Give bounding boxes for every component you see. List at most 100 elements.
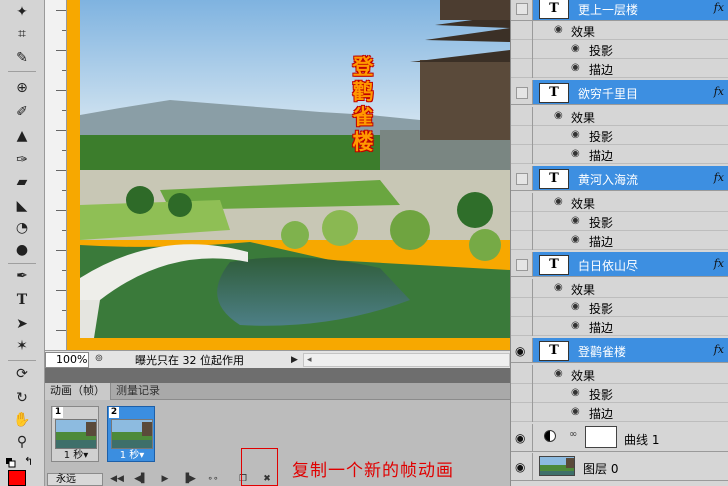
layer-visibility-toggle[interactable]: ◉: [511, 338, 533, 362]
tab-animation-frames[interactable]: 动画（帧）: [45, 383, 111, 400]
pen-icon[interactable]: ✒: [10, 266, 34, 286]
effect-eye-icon[interactable]: ◉: [554, 24, 563, 35]
effect-eye-icon[interactable]: ◉: [554, 110, 563, 121]
effect-eye-icon[interactable]: ◉: [571, 301, 580, 312]
eye-icon[interactable]: ◉: [515, 460, 525, 474]
layer-row-text[interactable]: T 欲穷千里目 fx: [511, 80, 728, 105]
history-brush-icon[interactable]: ✑: [10, 150, 34, 170]
type-layer-thumbnail: T: [539, 83, 569, 103]
layer-row-text-active[interactable]: ◉ T 登鹳雀楼 fx: [511, 338, 728, 363]
paint-bucket-icon[interactable]: ◣: [10, 196, 34, 216]
fx-icon[interactable]: fx: [714, 257, 724, 270]
healing-brush-icon[interactable]: ⊕: [10, 78, 34, 98]
layer-visibility-toggle[interactable]: ◉: [511, 424, 533, 451]
play-icon[interactable]: ▶: [155, 473, 175, 486]
loop-options-select[interactable]: 永远: [47, 472, 103, 486]
frame-thumbnail: [55, 419, 97, 449]
panel-title-bar[interactable]: [45, 368, 510, 383]
eye-icon[interactable]: ◉: [515, 344, 525, 358]
status-info-icon[interactable]: ⊚: [91, 353, 107, 367]
effect-eye-icon[interactable]: ◉: [571, 320, 580, 331]
effect-stroke-row[interactable]: ◉ 描边: [511, 317, 728, 336]
blur-icon[interactable]: ◔: [10, 218, 34, 238]
effect-stroke-row[interactable]: ◉ 描边: [511, 231, 728, 250]
effect-eye-icon[interactable]: ◉: [571, 406, 580, 417]
effects-row[interactable]: ◉ 效果: [511, 279, 728, 298]
type-icon[interactable]: T: [10, 290, 34, 310]
effect-drop-shadow-row[interactable]: ◉ 投影: [511, 126, 728, 145]
eyedropper-icon[interactable]: ✎: [10, 48, 34, 68]
effect-eye-icon[interactable]: ◉: [571, 387, 580, 398]
hand-icon[interactable]: ✋: [10, 410, 34, 430]
effect-stroke-row[interactable]: ◉ 描边: [511, 59, 728, 78]
eraser-icon[interactable]: ▰: [10, 172, 34, 192]
document-canvas[interactable]: [80, 0, 510, 338]
effects-row[interactable]: ◉ 效果: [511, 107, 728, 126]
horizontal-scrollbar[interactable]: ◂: [303, 352, 510, 367]
layer-visibility-toggle[interactable]: [511, 80, 533, 104]
magic-wand-icon[interactable]: ✦: [10, 2, 34, 22]
zoom-level-field[interactable]: 100%: [45, 351, 89, 368]
effect-eye-icon[interactable]: ◉: [554, 368, 563, 379]
effect-stroke-row[interactable]: ◉ 描边: [511, 403, 728, 422]
path-select-icon[interactable]: ➤: [10, 314, 34, 334]
effect-eye-icon[interactable]: ◉: [571, 43, 580, 54]
effects-row[interactable]: ◉ 效果: [511, 193, 728, 212]
effect-eye-icon[interactable]: ◉: [571, 234, 580, 245]
effect-eye-icon[interactable]: ◉: [571, 215, 580, 226]
fx-icon[interactable]: fx: [714, 1, 724, 14]
effect-eye-icon[interactable]: ◉: [571, 62, 580, 73]
crop-icon[interactable]: ⌗: [10, 24, 34, 44]
effect-eye-icon[interactable]: ◉: [571, 129, 580, 140]
effects-row[interactable]: ◉ 效果: [511, 21, 728, 40]
custom-shape-icon[interactable]: ✶: [10, 336, 34, 356]
layer-name: 图层 0: [583, 462, 619, 476]
layer-visibility-toggle[interactable]: [511, 0, 533, 20]
clone-stamp-icon[interactable]: ▲: [10, 126, 34, 146]
effect-eye-icon[interactable]: ◉: [571, 148, 580, 159]
fx-icon[interactable]: fx: [714, 343, 724, 356]
frame-delay[interactable]: 1 秒▾: [52, 450, 100, 462]
effect-drop-shadow-row[interactable]: ◉ 投影: [511, 40, 728, 59]
layer-row-text[interactable]: T 黄河入海流 fx: [511, 166, 728, 191]
tween-icon[interactable]: ∘∘: [203, 473, 223, 486]
effect-drop-shadow-row[interactable]: ◉ 投影: [511, 384, 728, 403]
layer-row-text[interactable]: T 更上一层楼 fx: [511, 0, 728, 21]
effects-label: 效果: [571, 25, 596, 39]
animation-frame-2[interactable]: 2 1 秒▾: [107, 406, 155, 462]
first-frame-icon[interactable]: ◀◀: [107, 473, 127, 486]
zoom-icon[interactable]: ⚲: [10, 432, 34, 452]
type-layer-thumbnail: T: [539, 341, 569, 361]
layer-visibility-toggle[interactable]: [511, 252, 533, 276]
effect-label: 投影: [589, 44, 614, 58]
eye-icon[interactable]: ◉: [515, 431, 525, 445]
frame-delay[interactable]: 1 秒▾: [108, 450, 156, 462]
foreground-color-swatch[interactable]: [8, 470, 26, 486]
3d-orbit-icon[interactable]: ↻: [10, 388, 34, 408]
default-colors-icon[interactable]: [6, 458, 16, 468]
effect-drop-shadow-row[interactable]: ◉ 投影: [511, 298, 728, 317]
layer-row-image[interactable]: ◉ 图层 0: [511, 453, 728, 481]
effect-label: 描边: [589, 321, 614, 335]
effect-eye-icon[interactable]: ◉: [554, 196, 563, 207]
effects-row[interactable]: ◉ 效果: [511, 365, 728, 384]
fx-icon[interactable]: fx: [714, 171, 724, 184]
effect-drop-shadow-row[interactable]: ◉ 投影: [511, 212, 728, 231]
swap-colors-icon[interactable]: ↰: [24, 455, 33, 468]
animation-frame-1[interactable]: 1 1 秒▾: [51, 406, 99, 462]
effect-eye-icon[interactable]: ◉: [554, 282, 563, 293]
brush-icon[interactable]: ✐: [10, 102, 34, 122]
previous-frame-icon[interactable]: ◀▌: [131, 473, 151, 486]
layer-row-text[interactable]: T 白日依山尽 fx: [511, 252, 728, 277]
layer-row-curves[interactable]: ◉ ∞ 曲线 1: [511, 424, 728, 452]
fx-icon[interactable]: fx: [714, 85, 724, 98]
status-menu-arrow-icon[interactable]: ▶: [291, 355, 301, 365]
tab-measurement-log[interactable]: 测量记录: [111, 383, 165, 400]
layer-visibility-toggle[interactable]: [511, 166, 533, 190]
next-frame-icon[interactable]: ▐▶: [179, 473, 199, 486]
dodge-icon[interactable]: ●: [10, 240, 34, 260]
effects-label: 效果: [571, 197, 596, 211]
3d-rotate-icon[interactable]: ⟳: [10, 364, 34, 384]
layer-visibility-toggle[interactable]: ◉: [511, 453, 533, 480]
effect-stroke-row[interactable]: ◉ 描边: [511, 145, 728, 164]
